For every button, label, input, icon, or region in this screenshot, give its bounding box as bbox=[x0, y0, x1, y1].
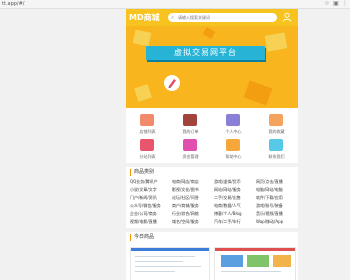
extension-icon[interactable]: ▣ bbox=[333, 1, 339, 7]
category-link[interactable]: 小说/文章/文字 bbox=[130, 187, 157, 192]
category-link[interactable]: 电商/网店/商店 bbox=[172, 179, 199, 184]
thumbnail-line bbox=[135, 271, 175, 272]
search-icon: ⌕ bbox=[171, 14, 175, 21]
category-link[interactable]: 论坛/社区/问答 bbox=[172, 195, 199, 200]
category-link[interactable]: 视频/电影/直播 bbox=[130, 219, 157, 224]
address-bar[interactable]: tt.app/#/ bbox=[2, 0, 24, 8]
today-products-heading: 今日商品 bbox=[130, 234, 154, 241]
category-link[interactable]: 二手/交易/出售 bbox=[214, 195, 241, 200]
person-icon bbox=[226, 114, 240, 126]
menu-label: 分站列表 bbox=[139, 154, 156, 159]
menu-label: 我的收藏 bbox=[268, 129, 285, 134]
menu-label: 帮助中心 bbox=[225, 154, 242, 159]
search-input[interactable] bbox=[178, 13, 273, 22]
browser-chrome: tt.app/#/ ☆ ▣ ⋮ bbox=[0, 0, 350, 9]
banner-shape bbox=[202, 27, 216, 39]
money-icon bbox=[183, 139, 197, 151]
category-link[interactable]: 音乐/视频/直播 bbox=[256, 211, 283, 216]
section-divider bbox=[126, 163, 298, 167]
section-divider bbox=[126, 228, 298, 232]
thumbnail-image bbox=[247, 255, 269, 267]
bookmark-star-icon[interactable]: ☆ bbox=[324, 1, 330, 7]
category-link[interactable]: Wap/移动/App bbox=[256, 219, 283, 224]
order-icon bbox=[183, 114, 197, 126]
category-link[interactable]: 域名/空间/服务 bbox=[172, 219, 199, 224]
banner-shape bbox=[264, 32, 288, 52]
branch-icon bbox=[140, 139, 154, 151]
thumbnail-line bbox=[135, 266, 201, 267]
category-link[interactable]: 商户/商城/服务 bbox=[172, 203, 199, 208]
banner-title: 虚拟交易网平台 bbox=[146, 46, 265, 60]
banner-shape bbox=[134, 84, 152, 102]
menu-my-orders[interactable]: 我的订单 bbox=[169, 112, 212, 137]
menu-help[interactable]: 帮助中心 bbox=[212, 137, 255, 162]
menu-favorites[interactable]: 我的收藏 bbox=[255, 112, 298, 137]
category-link[interactable]: 影视/文化/图书 bbox=[172, 187, 199, 192]
pen-badge bbox=[164, 75, 180, 91]
thumbnail-image bbox=[221, 255, 243, 267]
thumbnail-line bbox=[221, 271, 281, 272]
category-link[interactable]: 软件/下载/应用 bbox=[256, 195, 283, 200]
menu-funds[interactable]: 资金管理 bbox=[169, 137, 212, 162]
pen-icon bbox=[168, 79, 176, 88]
favorite-icon bbox=[269, 114, 283, 126]
category-link[interactable]: 企业/公司/商务 bbox=[130, 211, 157, 216]
category-link[interactable]: 游戏/虚拟/货币 bbox=[214, 179, 241, 184]
thumbnail-line bbox=[135, 256, 195, 257]
thumbnail-image bbox=[273, 255, 291, 267]
thumbnail-line bbox=[135, 261, 183, 262]
site-logo[interactable]: MD商城 bbox=[129, 12, 160, 23]
shop-icon bbox=[140, 114, 154, 126]
menu-label: 我的订单 bbox=[182, 129, 199, 134]
contact-icon bbox=[269, 139, 283, 151]
menu-label: 资金管理 bbox=[182, 154, 199, 159]
category-link[interactable]: 游戏/账号/装备 bbox=[256, 203, 283, 208]
category-link[interactable]: 汽车/二手/车行 bbox=[214, 219, 241, 224]
search-box[interactable]: ⌕ bbox=[168, 13, 277, 22]
category-link[interactable]: QQ业务/腾讯产 bbox=[130, 179, 158, 184]
product-thumbnail[interactable] bbox=[214, 247, 296, 280]
thumbnail-bar bbox=[131, 248, 209, 251]
browser-menu-icon[interactable]: ⋮ bbox=[342, 1, 348, 7]
menu-label: 个人中心 bbox=[225, 129, 242, 134]
menu-label: 联系我们 bbox=[268, 154, 285, 159]
category-link[interactable]: 行业/综合/网络 bbox=[172, 211, 199, 216]
menu-substation-list[interactable]: 分站列表 bbox=[126, 137, 169, 162]
product-thumbnail[interactable] bbox=[130, 247, 210, 280]
banner-shape bbox=[132, 29, 152, 47]
top-header: MD商城 ⌕ bbox=[126, 9, 298, 26]
categories-heading: 商品类别 bbox=[130, 169, 154, 176]
menu-user-center[interactable]: 个人中心 bbox=[212, 112, 255, 137]
menu-contact[interactable]: 联系我们 bbox=[255, 137, 298, 162]
category-link[interactable]: 网站/网站/服务 bbox=[214, 187, 241, 192]
category-link[interactable]: 电脑/网站/电脑 bbox=[256, 187, 283, 192]
category-link[interactable]: 门户/新闻/资讯 bbox=[130, 195, 157, 200]
category-link[interactable]: 网页/点击/直播 bbox=[256, 179, 283, 184]
quick-menu: 店铺列表 我的订单 个人中心 我的收藏 分站列表 资金管理 帮助中心 联系我们 bbox=[126, 112, 298, 162]
banner-shape bbox=[243, 80, 273, 106]
promo-banner[interactable]: 虚拟交易网平台 bbox=[126, 26, 298, 108]
category-link[interactable]: 博客/个人/Blog bbox=[214, 211, 242, 216]
category-link[interactable]: 公众号/微信/服务 bbox=[130, 203, 161, 208]
menu-shop-list[interactable]: 店铺列表 bbox=[126, 112, 169, 137]
user-icon[interactable] bbox=[282, 12, 292, 22]
thumbnail-bar bbox=[215, 248, 295, 251]
category-link[interactable]: 电商/数据/人气 bbox=[214, 203, 241, 208]
menu-label: 店铺列表 bbox=[139, 129, 156, 134]
mobile-page: MD商城 ⌕ 虚拟交易网平台 店铺列表 我的订单 bbox=[126, 9, 298, 280]
help-icon bbox=[226, 139, 240, 151]
